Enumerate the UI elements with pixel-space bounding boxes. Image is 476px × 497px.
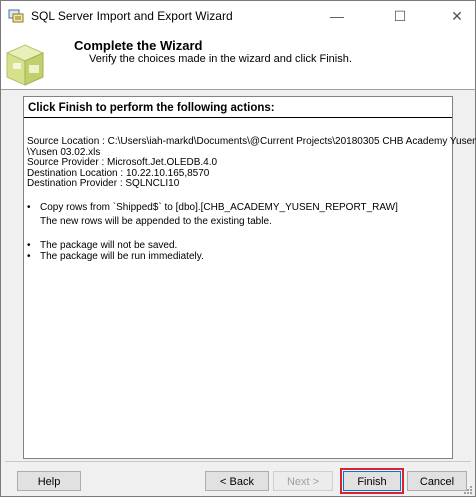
finish-button[interactable]: Finish: [340, 468, 404, 494]
summary-panel[interactable]: Click Finish to perform the following ac…: [23, 96, 476, 459]
connection-details: Source Location : C:\Users\iah-markd\Doc…: [27, 136, 476, 190]
page-title: Complete the Wizard: [74, 38, 203, 53]
wizard-banner-icon: [3, 33, 51, 88]
wizard-window: SQL Server Import and Export Wizard — ☐ …: [0, 0, 476, 497]
wizard-app-icon: [8, 9, 24, 23]
cancel-button[interactable]: Cancel: [407, 471, 467, 491]
resize-grip-icon[interactable]: [463, 485, 473, 495]
back-button[interactable]: < Back: [205, 471, 269, 491]
title-bar[interactable]: SQL Server Import and Export Wizard — ☐ …: [1, 1, 475, 31]
footer-divider: [5, 461, 471, 462]
summary-divider: [24, 117, 452, 118]
maximize-button[interactable]: ☐: [382, 1, 418, 31]
bullet-icon: •: [27, 251, 31, 262]
source-provider-line: Source Provider : Microsoft.Jet.OLEDB.4.…: [27, 157, 218, 168]
minimize-button[interactable]: —: [319, 1, 355, 31]
next-button[interactable]: Next >: [273, 471, 333, 491]
close-button[interactable]: ✕: [439, 1, 475, 31]
bullet-icon: •: [27, 240, 31, 251]
destination-provider-line: Destination Provider : SQLNCLI10: [27, 178, 180, 189]
bullet-icon: •: [27, 202, 31, 213]
action-package-run-text: The package will be run immediately.: [40, 251, 204, 262]
action-package-not-saved-text: The package will not be saved.: [40, 240, 178, 251]
window-title: SQL Server Import and Export Wizard: [31, 9, 233, 23]
help-button[interactable]: Help: [17, 471, 81, 491]
summary-heading: Click Finish to perform the following ac…: [28, 102, 275, 114]
page-subtitle: Verify the choices made in the wizard an…: [89, 53, 352, 65]
wizard-header: Complete the Wizard Verify the choices m…: [1, 31, 475, 90]
action-copy-rows-text: Copy rows from `Shipped$` to [dbo].[CHB_…: [40, 202, 398, 213]
action-copy-rows-note: The new rows will be appended to the exi…: [40, 216, 272, 227]
source-location-line: Source Location : C:\Users\iah-markd\Doc…: [27, 136, 476, 147]
